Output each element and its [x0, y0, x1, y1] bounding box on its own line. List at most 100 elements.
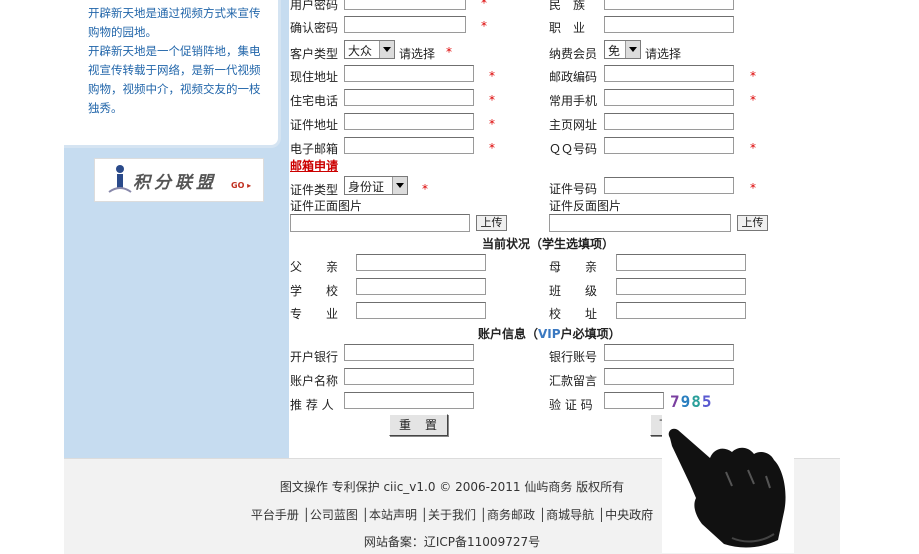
account-section-title: 账户信息（VIP户必填项）	[478, 325, 621, 342]
bank-account-label: 银行账号	[549, 350, 598, 364]
customer-type-select[interactable]: 大众	[344, 40, 395, 59]
email-label: 电子邮箱	[290, 142, 339, 156]
account-title-vip: VIP	[538, 327, 561, 341]
banner-text: 积分联盟	[133, 173, 217, 193]
id-type-label: 证件类型	[290, 183, 339, 197]
referrer-input[interactable]	[344, 392, 474, 409]
please-select-hint: 请选择	[399, 47, 436, 61]
status-section-title: 当前状况（学生选填项）	[482, 237, 615, 251]
class-label: 班 级	[549, 284, 598, 298]
class-input[interactable]	[616, 278, 746, 295]
required-mark: *	[750, 141, 756, 155]
required-mark: *	[481, 19, 487, 33]
captcha-label: 验 证 码	[549, 398, 593, 412]
password-input[interactable]	[344, 0, 466, 10]
required-mark: *	[489, 93, 495, 107]
qq-label: ＱＱ号码	[549, 142, 598, 156]
banner-go: GO ▸	[231, 181, 252, 190]
captcha-image[interactable]: 7985	[670, 392, 713, 411]
chevron-down-icon	[625, 41, 640, 58]
father-label: 父 亲	[290, 260, 339, 274]
email-input[interactable]	[344, 137, 474, 154]
required-mark: *	[489, 117, 495, 131]
occupation-label: 职 业	[549, 21, 586, 35]
intro-text-1: 开辟新天地是通过视频方式来宣传购物的园地。	[88, 6, 261, 39]
mobile-label: 常用手机	[549, 94, 598, 108]
confirm-password-input[interactable]	[344, 16, 466, 33]
chevron-down-icon	[379, 41, 394, 58]
bank-account-input[interactable]	[604, 344, 734, 361]
email-apply-link[interactable]: 邮箱申请	[290, 157, 338, 174]
pointing-hand-icon	[662, 412, 794, 553]
fee-member-label: 纳费会员	[549, 47, 598, 61]
ethnicity-label: 民 族	[549, 0, 586, 12]
id-type-select[interactable]: 身份证	[344, 176, 408, 195]
id-front-file-input[interactable]	[290, 214, 470, 232]
account-name-label: 账户名称	[290, 374, 339, 388]
captcha-digit: 7	[670, 392, 681, 411]
chevron-down-icon	[392, 177, 407, 194]
account-name-input[interactable]	[344, 368, 474, 385]
occupation-input[interactable]	[604, 16, 734, 33]
father-input[interactable]	[356, 254, 486, 271]
address-input[interactable]	[344, 65, 474, 82]
id-back-upload-button[interactable]: 上传	[737, 215, 768, 231]
customer-type-value: 大众	[348, 44, 373, 58]
remit-note-label: 汇款留言	[549, 374, 598, 388]
required-mark: *	[481, 0, 487, 10]
required-mark: *	[750, 181, 756, 195]
account-title-prefix: 账户信息（	[478, 327, 539, 341]
customer-type-label: 客户类型	[290, 47, 339, 61]
remit-note-input[interactable]	[604, 368, 734, 385]
required-mark: *	[489, 141, 495, 155]
major-input[interactable]	[356, 302, 486, 319]
id-address-input[interactable]	[344, 113, 474, 130]
mother-input[interactable]	[616, 254, 746, 271]
id-address-label: 证件地址	[290, 118, 339, 132]
bank-input[interactable]	[344, 344, 474, 361]
school-input[interactable]	[356, 278, 486, 295]
points-alliance-banner[interactable]: 积分联盟 GO ▸	[94, 158, 264, 202]
id-number-input[interactable]	[604, 177, 734, 194]
id-type-value: 身份证	[348, 180, 385, 194]
captcha-input[interactable]	[604, 392, 664, 409]
account-title-suffix: 户必填项）	[560, 327, 621, 341]
required-mark: *	[446, 45, 452, 59]
captcha-digit: 8	[691, 392, 702, 411]
required-mark: *	[750, 69, 756, 83]
required-mark: *	[489, 69, 495, 83]
reset-button[interactable]: 重 置	[389, 414, 448, 436]
intro-text-2: 开辟新天地是一个促销阵地，集电视宣传转载于网络，是新一代视频购物，视频中介，视频…	[88, 44, 261, 115]
ethnicity-input[interactable]	[604, 0, 734, 10]
address-label: 现住地址	[290, 70, 339, 84]
id-number-label: 证件号码	[549, 182, 598, 196]
required-mark: *	[750, 93, 756, 107]
captcha-digit: 9	[680, 392, 692, 411]
required-mark: *	[422, 182, 428, 196]
campus-input[interactable]	[616, 302, 746, 319]
id-back-label: 证件反面图片	[549, 199, 622, 213]
confirm-password-label: 确认密码	[290, 21, 339, 35]
major-label: 专 业	[290, 307, 339, 321]
captcha-digit: 5	[701, 392, 713, 411]
mobile-input[interactable]	[604, 89, 734, 106]
postcode-label: 邮政编码	[549, 70, 598, 84]
home-phone-input[interactable]	[344, 89, 474, 106]
school-label: 学 校	[290, 284, 339, 298]
postcode-input[interactable]	[604, 65, 734, 82]
homepage-label: 主页网址	[549, 118, 598, 132]
password-label: 用户密码	[290, 0, 339, 12]
id-front-label: 证件正面图片	[290, 199, 363, 213]
person-icon	[108, 165, 132, 193]
id-back-file-input[interactable]	[549, 214, 731, 232]
id-front-upload-button[interactable]: 上传	[476, 215, 507, 231]
fee-member-value: 免	[608, 44, 621, 58]
please-select-hint: 请选择	[645, 47, 682, 61]
bank-label: 开户银行	[290, 350, 339, 364]
campus-label: 校 址	[549, 307, 598, 321]
qq-input[interactable]	[604, 137, 734, 154]
home-phone-label: 住宅电话	[290, 94, 339, 108]
fee-member-select[interactable]: 免	[604, 40, 641, 59]
mother-label: 母 亲	[549, 260, 598, 274]
homepage-input[interactable]	[604, 113, 734, 130]
